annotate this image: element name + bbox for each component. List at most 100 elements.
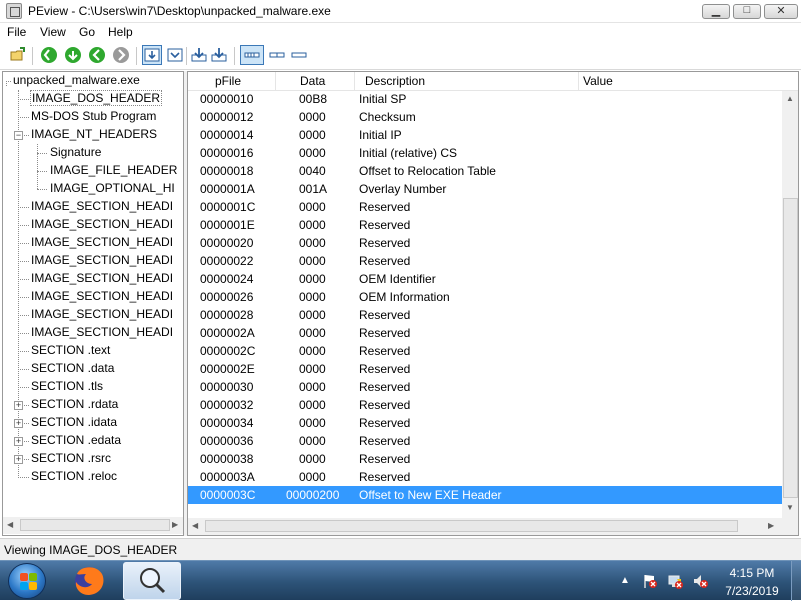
action-center-flag-icon[interactable] xyxy=(642,573,658,589)
column-header-description[interactable]: Description xyxy=(365,74,425,88)
taskbar-peview[interactable] xyxy=(123,562,181,600)
expand-icon[interactable]: + xyxy=(14,401,23,410)
maximize-button[interactable]: □ xyxy=(733,4,761,19)
table-row[interactable]: 00000018 0040 Offset to Relocation Table xyxy=(188,162,782,180)
table-row[interactable]: 00000020 0000 Reserved xyxy=(188,234,782,252)
tree-item[interactable]: IMAGE_OPTIONAL_HI xyxy=(3,180,183,198)
show-hidden-icons-icon[interactable]: ▲ xyxy=(620,575,636,591)
table-row[interactable]: 0000002E 0000 Reserved xyxy=(188,360,782,378)
table-row[interactable]: 0000002A 0000 Reserved xyxy=(188,324,782,342)
tree-item[interactable]: IMAGE_SECTION_HEADI xyxy=(3,198,183,216)
scroll-left-icon[interactable]: ◀ xyxy=(192,521,198,530)
view-text-icon[interactable] xyxy=(167,47,183,63)
cell-pfile: 00000020 xyxy=(200,236,254,250)
table-row[interactable]: 0000003C 00000200 Offset to New EXE Header xyxy=(188,486,782,504)
table-row[interactable]: 00000022 0000 Reserved xyxy=(188,252,782,270)
tree-item[interactable]: IMAGE_SECTION_HEADI xyxy=(3,216,183,234)
clock-date[interactable]: 7/23/2019 xyxy=(718,584,786,598)
table-row[interactable]: 00000016 0000 Initial (relative) CS xyxy=(188,144,782,162)
expand-icon[interactable]: + xyxy=(14,455,23,464)
tree-item[interactable]: IMAGE_FILE_HEADER xyxy=(3,162,183,180)
word-view-icon[interactable] xyxy=(268,47,286,63)
tree-item[interactable]: IMAGE_SECTION_HEADI xyxy=(3,270,183,288)
open-icon[interactable] xyxy=(10,47,26,63)
tree-item[interactable]: SECTION .tls xyxy=(3,378,183,396)
dword-view-icon[interactable] xyxy=(290,47,308,63)
tree-item[interactable]: IMAGE_SECTION_HEADI xyxy=(3,306,183,324)
tree-item[interactable]: SECTION .reloc xyxy=(3,468,183,486)
tree-item[interactable]: SECTION .data xyxy=(3,360,183,378)
scroll-left-icon[interactable]: ◀ xyxy=(7,520,13,529)
tree-view[interactable]: unpacked_malware.exe IMAGE_DOS_HEADER MS-… xyxy=(2,71,184,536)
network-icon[interactable] xyxy=(667,573,683,589)
clock-time[interactable]: 4:15 PM xyxy=(718,566,786,580)
tree-item[interactable]: + SECTION .rsrc xyxy=(3,450,183,468)
tree-item[interactable]: + SECTION .idata xyxy=(3,414,183,432)
tree-item-label: IMAGE_NT_HEADERS xyxy=(31,127,158,141)
table-row[interactable]: 00000014 0000 Initial IP xyxy=(188,126,782,144)
save-all-icon[interactable] xyxy=(211,47,227,63)
table-row[interactable]: 0000001E 0000 Reserved xyxy=(188,216,782,234)
tree-item[interactable]: SECTION .text xyxy=(3,342,183,360)
column-header-data[interactable]: Data xyxy=(300,74,325,88)
table-row[interactable]: 0000001C 0000 Reserved xyxy=(188,198,782,216)
scroll-thumb[interactable] xyxy=(205,520,738,532)
tree-item[interactable]: Signature xyxy=(3,144,183,162)
byte-view-icon[interactable] xyxy=(240,45,264,65)
tree-item[interactable]: + SECTION .rdata xyxy=(3,396,183,414)
tree-item[interactable]: MS-DOS Stub Program xyxy=(3,108,183,126)
tree-item[interactable]: − IMAGE_NT_HEADERS xyxy=(3,126,183,144)
tree-item[interactable]: IMAGE_SECTION_HEADI xyxy=(3,234,183,252)
minimize-button[interactable]: ▁ xyxy=(702,4,730,19)
list-horizontal-scrollbar[interactable]: ◀ ▶ xyxy=(188,518,798,535)
close-button[interactable]: ✕ xyxy=(764,4,798,19)
table-row[interactable]: 0000002C 0000 Reserved xyxy=(188,342,782,360)
forward-icon[interactable] xyxy=(65,47,81,63)
table-row[interactable]: 00000028 0000 Reserved xyxy=(188,306,782,324)
list-vertical-scrollbar[interactable]: ▲ ▼ xyxy=(782,91,798,521)
back-icon[interactable] xyxy=(41,47,57,63)
tree-item[interactable]: IMAGE_SECTION_HEADI xyxy=(3,288,183,306)
taskbar-firefox[interactable] xyxy=(62,562,116,600)
details-list[interactable]: pFile Data Description Value 00000010 00B… xyxy=(187,71,799,536)
view-hex-icon[interactable] xyxy=(142,45,162,65)
table-row[interactable]: 00000026 0000 OEM Information xyxy=(188,288,782,306)
table-row[interactable]: 00000034 0000 Reserved xyxy=(188,414,782,432)
tree-item-root[interactable]: unpacked_malware.exe xyxy=(3,72,183,90)
table-row[interactable]: 0000003A 0000 Reserved xyxy=(188,468,782,486)
previous-icon[interactable] xyxy=(89,47,105,63)
scroll-thumb[interactable] xyxy=(783,198,798,498)
scroll-down-icon[interactable]: ▼ xyxy=(786,503,794,512)
expand-icon[interactable]: + xyxy=(14,437,23,446)
scroll-right-icon[interactable]: ▶ xyxy=(768,521,774,530)
windows-start-orb[interactable] xyxy=(8,563,46,599)
table-row[interactable]: 00000032 0000 Reserved xyxy=(188,396,782,414)
column-header-pfile[interactable]: pFile xyxy=(215,74,241,88)
show-desktop-button[interactable] xyxy=(791,561,801,601)
table-row[interactable]: 00000038 0000 Reserved xyxy=(188,450,782,468)
menu-go[interactable]: Go xyxy=(79,25,95,39)
tree-item[interactable]: IMAGE_SECTION_HEADI xyxy=(3,252,183,270)
tree-item[interactable]: IMAGE_SECTION_HEADI xyxy=(3,324,183,342)
collapse-icon[interactable]: − xyxy=(14,131,23,140)
scroll-up-icon[interactable]: ▲ xyxy=(786,94,794,103)
next-icon[interactable] xyxy=(113,47,129,63)
table-row[interactable]: 00000012 0000 Checksum xyxy=(188,108,782,126)
menu-help[interactable]: Help xyxy=(108,25,133,39)
table-row[interactable]: 00000010 00B8 Initial SP xyxy=(188,90,782,108)
table-row[interactable]: 00000030 0000 Reserved xyxy=(188,378,782,396)
menu-view[interactable]: View xyxy=(40,25,66,39)
scroll-thumb[interactable] xyxy=(20,519,170,531)
expand-icon[interactable]: + xyxy=(14,419,23,428)
column-header-value[interactable]: Value xyxy=(583,74,613,88)
table-row[interactable]: 00000024 0000 OEM Identifier xyxy=(188,270,782,288)
tree-horizontal-scrollbar[interactable]: ◀ ▶ xyxy=(3,517,183,534)
table-row[interactable]: 00000036 0000 Reserved xyxy=(188,432,782,450)
scroll-right-icon[interactable]: ▶ xyxy=(172,520,178,529)
save-icon[interactable] xyxy=(191,47,207,63)
volume-icon[interactable] xyxy=(692,573,708,589)
table-row[interactable]: 0000001A 001A Overlay Number xyxy=(188,180,782,198)
tree-item[interactable]: IMAGE_DOS_HEADER xyxy=(3,90,183,108)
menu-file[interactable]: File xyxy=(7,25,26,39)
tree-item[interactable]: + SECTION .edata xyxy=(3,432,183,450)
